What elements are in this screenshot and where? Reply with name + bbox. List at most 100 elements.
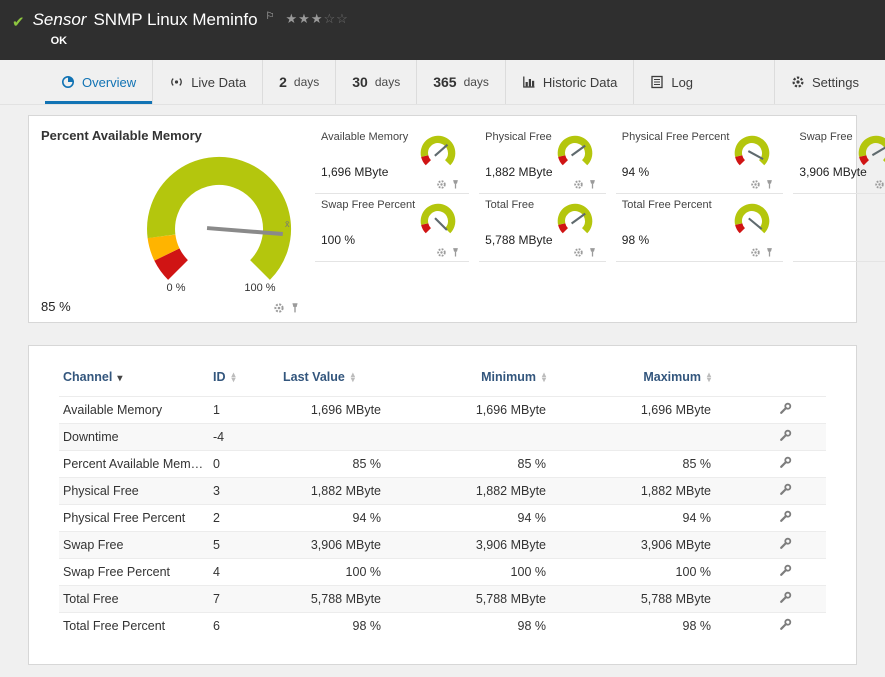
tab-log[interactable]: Log: [633, 60, 709, 104]
cell-maximum: 1,882 MByte: [594, 478, 759, 505]
channel-settings-wrench-icon[interactable]: [779, 483, 792, 496]
gauge-scale-min: 0 %: [167, 282, 186, 294]
tab-live-data[interactable]: Live Data: [152, 60, 262, 104]
col-header-minimum[interactable]: Minimum▴▾: [429, 362, 594, 397]
col-header-last-value[interactable]: Last Value▴▾: [279, 362, 429, 397]
col-header-actions: [759, 362, 826, 397]
channel-table-panel: Channel▾ ID▴▾ Last Value▴▾ Minimum▴▾ Max…: [28, 345, 857, 665]
tab-2-days[interactable]: 2 days: [262, 60, 335, 104]
mini-gauge: [731, 199, 773, 241]
pin-icon[interactable]: [764, 247, 775, 258]
gear-icon[interactable]: [750, 179, 761, 190]
sensor-title-block: Sensor SNMP Linux Meminfo ⚐ ★★★☆☆ OK: [33, 10, 349, 47]
sort-icon: ▴▾: [707, 373, 711, 382]
gauges-panel: Percent Available Memory x̄ 0 % 100 % 85…: [28, 115, 857, 323]
table-row[interactable]: Swap Free Percent 4 100 % 100 % 100 %: [59, 559, 826, 586]
table-row[interactable]: Total Free 7 5,788 MByte 5,788 MByte 5,7…: [59, 586, 826, 613]
gear-icon[interactable]: [750, 247, 761, 258]
pin-icon[interactable]: [289, 302, 301, 314]
tab-30-days[interactable]: 30 days: [335, 60, 416, 104]
bar-chart-icon: [522, 75, 536, 89]
pin-icon[interactable]: [450, 179, 461, 190]
tab-365-days[interactable]: 365 days: [416, 60, 505, 104]
tab-unit: days: [464, 75, 489, 89]
table-row[interactable]: Available Memory 1 1,696 MByte 1,696 MBy…: [59, 397, 826, 424]
table-row[interactable]: Total Free Percent 6 98 % 98 % 98 %: [59, 613, 826, 640]
channel-settings-wrench-icon[interactable]: [779, 510, 792, 523]
cell-last-value: 1,882 MByte: [279, 478, 429, 505]
pin-icon[interactable]: [587, 247, 598, 258]
channel-settings-wrench-icon[interactable]: [779, 429, 792, 442]
priority-stars[interactable]: ★★★☆☆: [286, 11, 349, 27]
tab-number: 30: [352, 74, 368, 90]
table-header-row: Channel▾ ID▴▾ Last Value▴▾ Minimum▴▾ Max…: [59, 362, 826, 397]
gear-icon[interactable]: [436, 247, 447, 258]
live-data-broadcast-icon: [169, 75, 184, 89]
mini-gauge: [417, 199, 459, 241]
sort-icon: ▴▾: [232, 373, 236, 382]
gear-icon[interactable]: [273, 302, 285, 314]
cell-maximum: 100 %: [594, 559, 759, 586]
cell-minimum: 100 %: [429, 559, 594, 586]
tab-unit: days: [294, 75, 319, 89]
gear-icon[interactable]: [874, 179, 885, 190]
sort-icon: ▴▾: [351, 373, 355, 382]
cell-channel: Total Free: [59, 586, 209, 613]
tab-overview[interactable]: Overview: [45, 60, 152, 104]
cell-minimum: 1,882 MByte: [429, 478, 594, 505]
sort-desc-icon: ▾: [117, 373, 122, 384]
table-row[interactable]: Downtime -4: [59, 424, 826, 451]
gauge-value: 1,696 MByte: [321, 165, 388, 179]
cell-minimum: [429, 424, 594, 451]
pin-icon[interactable]: [764, 179, 775, 190]
channel-settings-wrench-icon[interactable]: [779, 402, 792, 415]
gear-icon[interactable]: [436, 179, 447, 190]
tab-number: 2: [279, 74, 287, 90]
cell-maximum: 94 %: [594, 505, 759, 532]
channel-settings-wrench-icon[interactable]: [779, 564, 792, 577]
mini-gauge-card: Swap Free 3,906 MByte: [793, 126, 885, 194]
cell-last-value: 1,696 MByte: [279, 397, 429, 424]
cell-minimum: 85 %: [429, 451, 594, 478]
cell-maximum: 3,906 MByte: [594, 532, 759, 559]
col-header-id[interactable]: ID▴▾: [209, 362, 279, 397]
cell-channel: Total Free Percent: [59, 613, 209, 640]
average-marker: x̄: [285, 219, 290, 229]
pin-icon[interactable]: [450, 247, 461, 258]
sensor-header: ✔ Sensor SNMP Linux Meminfo ⚐ ★★★☆☆ OK: [0, 0, 885, 60]
table-row[interactable]: Percent Available Memo... 0 85 % 85 % 85…: [59, 451, 826, 478]
log-list-icon: [650, 75, 664, 89]
channel-settings-wrench-icon[interactable]: [779, 591, 792, 604]
tab-label: Historic Data: [543, 75, 617, 90]
table-row[interactable]: Physical Free 3 1,882 MByte 1,882 MByte …: [59, 478, 826, 505]
tab-label: Settings: [812, 75, 859, 90]
gear-icon[interactable]: [573, 179, 584, 190]
sort-icon: ▴▾: [542, 373, 546, 382]
gauge-needle: [749, 151, 764, 159]
channel-settings-wrench-icon[interactable]: [779, 456, 792, 469]
table-row[interactable]: Physical Free Percent 2 94 % 94 % 94 %: [59, 505, 826, 532]
gauge-value: 98 %: [622, 233, 649, 247]
tab-label: Log: [671, 75, 693, 90]
cell-channel: Percent Available Memo...: [59, 451, 209, 478]
cell-channel: Available Memory: [59, 397, 209, 424]
gauge-value: 100 %: [321, 233, 355, 247]
primary-gauge-card: Percent Available Memory x̄ 0 % 100 % 85…: [29, 116, 311, 322]
cell-maximum: 85 %: [594, 451, 759, 478]
favorite-flag-icon[interactable]: ⚐: [266, 11, 275, 22]
gear-icon[interactable]: [573, 247, 584, 258]
table-row[interactable]: Swap Free 5 3,906 MByte 3,906 MByte 3,90…: [59, 532, 826, 559]
gauge-needle: [571, 146, 585, 156]
tab-historic-data[interactable]: Historic Data: [505, 60, 633, 104]
tab-settings[interactable]: Settings: [774, 60, 875, 104]
col-header-maximum[interactable]: Maximum▴▾: [594, 362, 759, 397]
mini-gauge-card: Total Free 5,788 MByte: [479, 194, 606, 262]
mini-gauge: [554, 131, 596, 173]
pin-icon[interactable]: [587, 179, 598, 190]
cell-last-value: [279, 424, 429, 451]
col-header-channel[interactable]: Channel▾: [59, 362, 209, 397]
channel-settings-wrench-icon[interactable]: [779, 537, 792, 550]
gauge-value: 1,882 MByte: [485, 165, 552, 179]
gauge-value: 94 %: [622, 165, 649, 179]
channel-settings-wrench-icon[interactable]: [779, 618, 792, 631]
